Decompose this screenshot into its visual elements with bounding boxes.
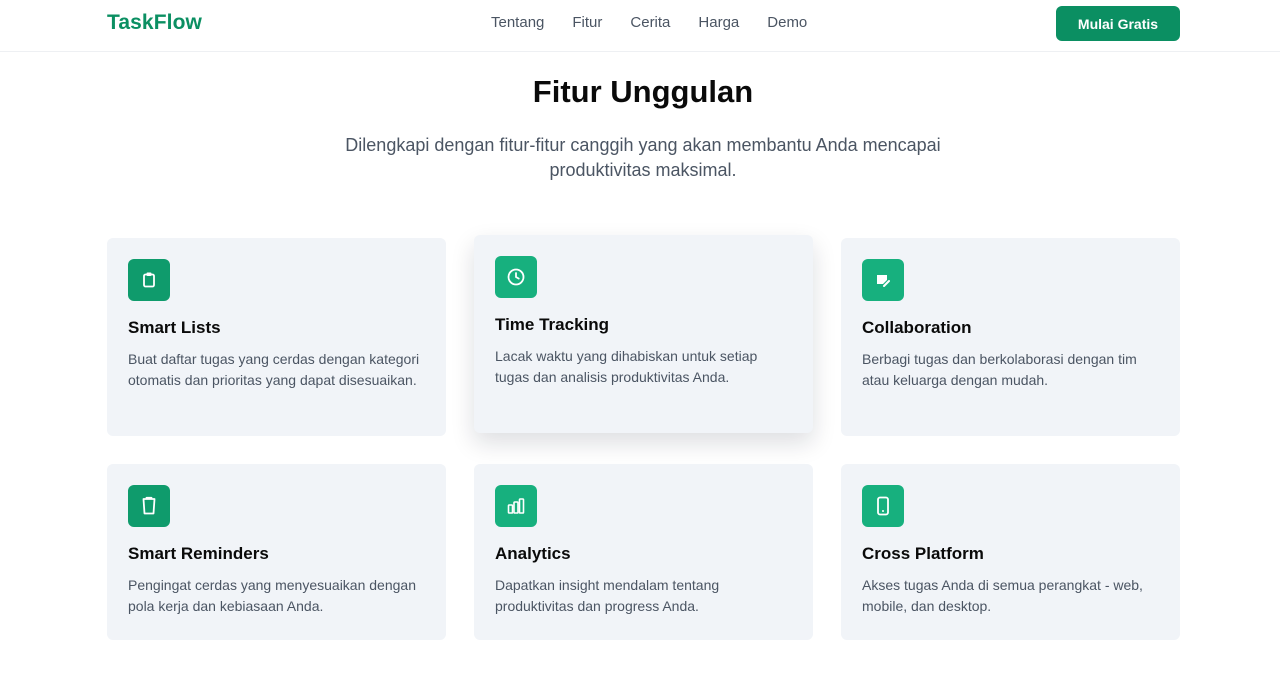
feature-title: Cross Platform	[862, 544, 984, 563]
feature-title: Time Tracking	[495, 315, 610, 334]
feature-description: Berbagi tugas dan berkolaborasi dengan t…	[862, 351, 1137, 388]
section-subtitle: Dilengkapi dengan fitur-fitur canggih ya…	[345, 135, 941, 180]
mobile-icon	[862, 485, 904, 527]
feature-card-smart-reminders: Smart Reminders Pengingat cerdas yang me…	[107, 464, 446, 640]
clock-icon	[495, 256, 537, 298]
feature-description: Akses tugas Anda di semua perangkat - we…	[862, 577, 1143, 614]
section-title: Fitur Unggulan	[532, 74, 754, 109]
share-icon	[862, 259, 904, 301]
feature-card-smart-lists: Smart Lists Buat daftar tugas yang cerda…	[107, 238, 446, 436]
feature-card-time-tracking: Time Tracking Lacak waktu yang dihabiska…	[474, 235, 813, 433]
feature-title: Analytics	[495, 544, 571, 563]
brand-logo[interactable]: TaskFlow	[107, 11, 202, 35]
nav-link-fitur[interactable]: Fitur	[572, 14, 602, 31]
feature-title: Smart Reminders	[128, 544, 269, 563]
nav-link-cerita[interactable]: Cerita	[630, 14, 670, 31]
clipboard-icon	[128, 259, 170, 301]
feature-card-collaboration: Collaboration Berbagi tugas dan berkolab…	[841, 238, 1180, 436]
feature-description: Dapatkan insight mendalam tentang produk…	[495, 577, 720, 614]
navbar: TaskFlow Tentang Fitur Cerita Harga Demo…	[0, 0, 1280, 52]
feature-title: Collaboration	[862, 318, 972, 337]
nav-link-tentang[interactable]: Tentang	[491, 14, 544, 31]
feature-description: Lacak waktu yang dihabiskan untuk setiap…	[495, 348, 758, 385]
chart-icon	[495, 485, 537, 527]
feature-card-analytics: Analytics Dapatkan insight mendalam tent…	[474, 464, 813, 640]
feature-description: Buat daftar tugas yang cerdas dengan kat…	[128, 351, 420, 388]
bell-icon	[128, 485, 170, 527]
nav-links: Tentang Fitur Cerita Harga Demo	[491, 14, 807, 31]
nav-link-demo[interactable]: Demo	[767, 14, 807, 31]
feature-card-cross-platform: Cross Platform Akses tugas Anda di semua…	[841, 464, 1180, 640]
nav-link-harga[interactable]: Harga	[698, 14, 739, 31]
feature-description: Pengingat cerdas yang menyesuaikan denga…	[128, 577, 416, 614]
feature-title: Smart Lists	[128, 318, 221, 337]
start-free-button[interactable]: Mulai Gratis	[1056, 6, 1180, 41]
